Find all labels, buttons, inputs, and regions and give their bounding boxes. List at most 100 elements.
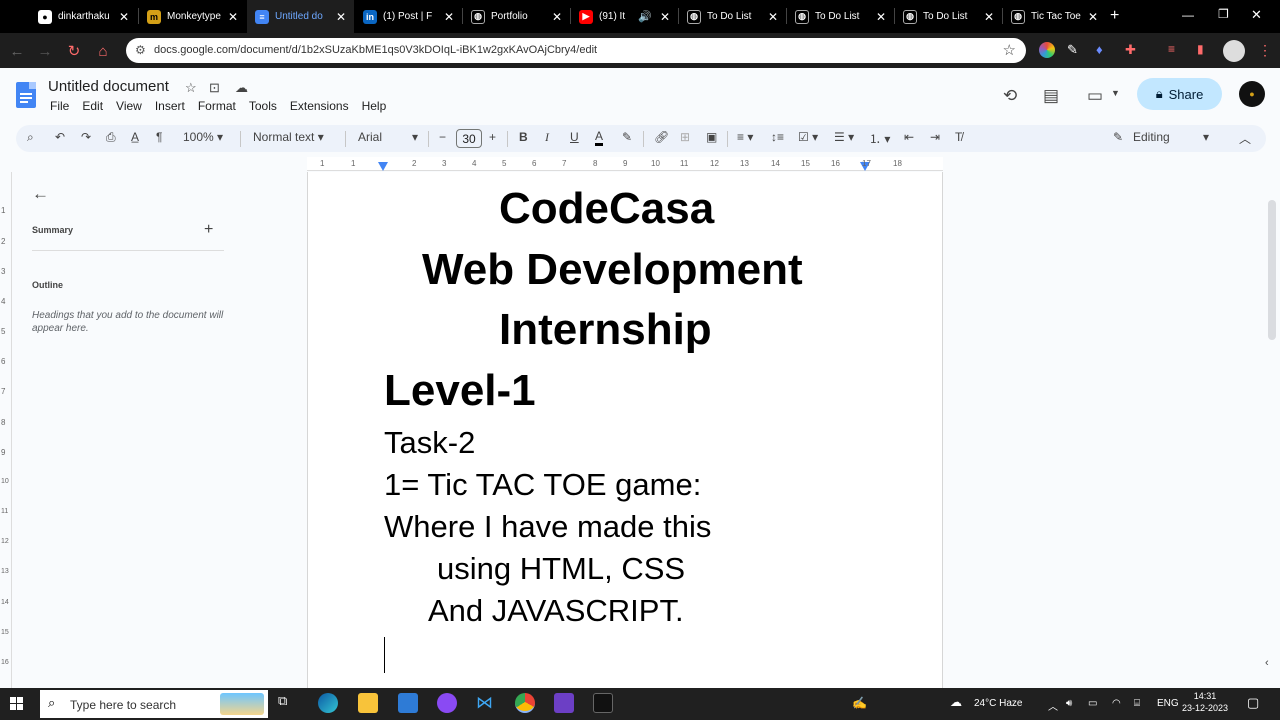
increase-font-size-icon[interactable]: + bbox=[489, 130, 496, 144]
checklist-icon[interactable]: ☑ ▾ bbox=[798, 130, 818, 144]
decrease-indent-icon[interactable]: ⇤ bbox=[904, 130, 914, 144]
zoom-select[interactable]: 100% ▾ bbox=[183, 130, 223, 144]
profile-avatar[interactable] bbox=[1223, 40, 1245, 62]
meet-camera-icon[interactable]: ▭ bbox=[1087, 86, 1103, 106]
comments-icon[interactable]: ▤ bbox=[1043, 86, 1059, 106]
file-explorer-icon[interactable] bbox=[358, 693, 378, 713]
numbered-list-icon[interactable]: ⒈ ▾ bbox=[869, 130, 890, 147]
close-icon[interactable]: ✕ bbox=[336, 10, 346, 24]
volume-icon[interactable]: 🔊︎ bbox=[1066, 698, 1072, 709]
paragraph-style-select[interactable]: Normal text ▾ bbox=[253, 130, 324, 144]
menu-view[interactable]: View bbox=[116, 99, 142, 113]
explore-chevron-left-icon[interactable]: ‹ bbox=[1265, 657, 1269, 669]
language-indicator[interactable]: ENG bbox=[1157, 698, 1179, 709]
pen-icon[interactable]: ✍ bbox=[852, 696, 867, 710]
tab-github[interactable]: ● dinkarthaku ✕ bbox=[30, 0, 137, 33]
bulleted-list-icon[interactable]: ☰ ▾ bbox=[834, 130, 854, 144]
color-extension-icon[interactable] bbox=[1039, 42, 1055, 58]
doc-line[interactable]: 1= Tic TAC TOE game: bbox=[384, 467, 701, 503]
doc-line[interactable]: Web Development bbox=[422, 245, 803, 295]
menu-tools[interactable]: Tools bbox=[249, 99, 277, 113]
windows-start-icon[interactable] bbox=[10, 697, 24, 711]
doc-line[interactable]: using HTML, CSS bbox=[437, 551, 685, 587]
close-icon[interactable]: ✕ bbox=[119, 10, 129, 24]
doc-line[interactable]: Task-2 bbox=[384, 425, 475, 461]
doc-line[interactable]: Level-1 bbox=[384, 366, 536, 416]
font-size-input[interactable]: 30 bbox=[456, 129, 482, 148]
bold-icon[interactable]: B bbox=[519, 130, 528, 144]
add-summary-plus-icon[interactable]: + bbox=[204, 221, 213, 239]
edge-icon[interactable] bbox=[318, 693, 338, 713]
eyedropper-extension-icon[interactable]: ✎ bbox=[1067, 42, 1083, 58]
tab-youtube[interactable]: ▶ (91) It 🔊 ✕ bbox=[571, 0, 678, 33]
chevron-down-icon[interactable]: ▼ bbox=[1111, 88, 1120, 98]
puzzle-extensions-icon[interactable]: ✚ bbox=[1125, 42, 1141, 58]
undo-icon[interactable]: ↶ bbox=[55, 130, 65, 144]
site-info-icon[interactable]: ⚙ bbox=[135, 43, 146, 57]
menu-edit[interactable]: Edit bbox=[82, 99, 103, 113]
close-icon[interactable]: ✕ bbox=[984, 10, 994, 24]
doc-line[interactable]: Where I have made this bbox=[384, 509, 711, 545]
menu-insert[interactable]: Insert bbox=[155, 99, 185, 113]
close-outline-back-arrow-icon[interactable]: ← bbox=[32, 184, 49, 204]
wifi-icon[interactable]: ◠ bbox=[1112, 698, 1121, 709]
doc-line[interactable]: And JAVASCRIPT. bbox=[428, 593, 684, 629]
new-tab-plus-icon[interactable]: + bbox=[1110, 7, 1119, 25]
vertical-scrollbar[interactable] bbox=[1268, 200, 1276, 340]
tab-portfolio[interactable]: ◍ Portfolio ✕ bbox=[463, 0, 570, 33]
tab-to-do-list[interactable]: ◍ To Do List ✕ bbox=[787, 0, 894, 33]
text-color-icon[interactable]: A bbox=[595, 130, 604, 146]
reload-icon[interactable]: ↻ bbox=[63, 40, 85, 62]
back-arrow-icon[interactable]: ← bbox=[6, 40, 28, 62]
account-avatar[interactable]: ● bbox=[1239, 81, 1265, 107]
redo-icon[interactable]: ↷ bbox=[81, 130, 91, 144]
tab-linkedin[interactable]: in (1) Post | F ✕ bbox=[355, 0, 462, 33]
forward-arrow-icon[interactable]: → bbox=[34, 40, 56, 62]
version-history-icon[interactable]: ⟲ bbox=[1003, 86, 1017, 106]
editing-mode-select[interactable]: Editing ▾ bbox=[1133, 130, 1209, 144]
close-window-icon[interactable]: ✕ bbox=[1251, 7, 1262, 23]
add-comment-icon[interactable]: ⊞ bbox=[680, 130, 690, 144]
close-icon[interactable]: ✕ bbox=[228, 10, 238, 24]
spellcheck-icon[interactable]: A̲ bbox=[131, 130, 139, 144]
minimize-icon[interactable]: — bbox=[1182, 8, 1194, 22]
tab-untitled-document[interactable]: ≡ Untitled do ✕ bbox=[247, 0, 354, 33]
github-desktop-icon[interactable] bbox=[437, 693, 457, 713]
doc-line[interactable]: CodeCasa bbox=[499, 184, 714, 234]
indent-marker-icon[interactable] bbox=[378, 162, 388, 171]
menu-help[interactable]: Help bbox=[362, 99, 387, 113]
show-hidden-icons-chevron-up-icon[interactable]: ︿ bbox=[1048, 698, 1058, 713]
weather-text[interactable]: 24°C Haze bbox=[974, 698, 1022, 709]
restore-window-icon[interactable]: ❐ bbox=[1218, 7, 1229, 21]
bookmark-star-icon[interactable]: ☆ bbox=[1003, 41, 1016, 59]
google-docs-logo-icon[interactable] bbox=[16, 82, 36, 108]
italic-icon[interactable]: I bbox=[545, 130, 549, 145]
star-icon[interactable]: ☆ bbox=[185, 80, 197, 96]
move-folder-icon[interactable]: ⊡ bbox=[209, 80, 220, 96]
taskbar-search-input[interactable]: ⌕ Type here to search bbox=[40, 690, 268, 718]
store-icon[interactable] bbox=[398, 693, 418, 713]
close-icon[interactable]: ✕ bbox=[1088, 10, 1098, 24]
notifications-icon[interactable]: ▢ bbox=[1247, 695, 1259, 711]
system-clock[interactable]: 14:31 23-12-2023 bbox=[1182, 690, 1228, 714]
close-icon[interactable]: ✕ bbox=[660, 10, 670, 24]
home-icon[interactable]: ⌂ bbox=[92, 40, 114, 62]
menu-format[interactable]: Format bbox=[198, 99, 236, 113]
search-menus-icon[interactable]: ⌕ bbox=[27, 130, 34, 145]
close-icon[interactable]: ✕ bbox=[876, 10, 886, 24]
underline-icon[interactable]: U bbox=[570, 130, 579, 144]
cloud-saved-icon[interactable]: ☁ bbox=[235, 80, 248, 96]
hide-menus-chevron-up-icon[interactable]: ︿ bbox=[1239, 130, 1251, 147]
increase-indent-icon[interactable]: ⇥ bbox=[930, 130, 940, 144]
close-icon[interactable]: ✕ bbox=[768, 10, 778, 24]
network-icon[interactable]: ⌸ bbox=[1134, 698, 1140, 709]
document-title[interactable]: Untitled document bbox=[48, 78, 169, 95]
task-view-icon[interactable]: ⧉ bbox=[278, 693, 298, 713]
speaker-icon[interactable]: 🔊 bbox=[638, 10, 652, 23]
menu-extensions[interactable]: Extensions bbox=[290, 99, 349, 113]
battery-icon[interactable]: ▭ bbox=[1088, 698, 1097, 709]
tab-monkeytype[interactable]: m Monkeytype ✕ bbox=[139, 0, 246, 33]
highlight-color-icon[interactable]: ✎ bbox=[622, 130, 632, 144]
more-menu-icon[interactable]: ⋮ bbox=[1258, 42, 1274, 58]
insert-link-icon[interactable]: 🔗︎ bbox=[654, 130, 669, 144]
